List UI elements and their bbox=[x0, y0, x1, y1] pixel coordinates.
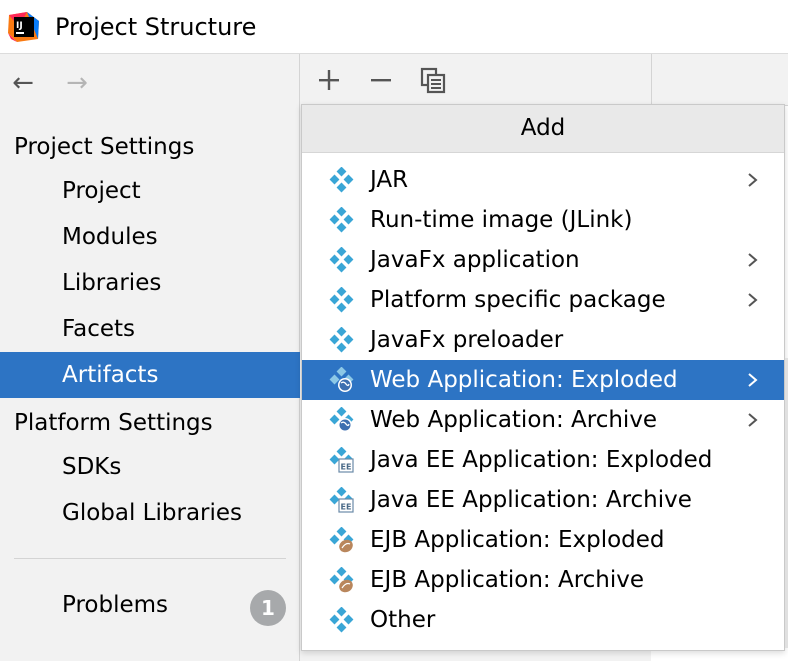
menu-item-ejb-application-exploded[interactable]: EJB Application: Exploded bbox=[302, 520, 784, 560]
javaee-artifact-icon: EE bbox=[329, 487, 354, 513]
artifact-icon bbox=[329, 607, 354, 633]
title-bar: IJ Project Structure bbox=[0, 0, 788, 54]
menu-item-ejb-application-archive[interactable]: EJB Application: Archive bbox=[302, 560, 784, 600]
project-settings-header: Project Settings bbox=[14, 134, 195, 160]
intellij-logo-icon: IJ bbox=[8, 12, 39, 42]
svg-text:IJ: IJ bbox=[16, 21, 23, 31]
menu-item-label: Web Application: Archive bbox=[370, 407, 658, 433]
add-artifact-popup: Add JAR Run-time image (JLink) JavaFx ap… bbox=[301, 104, 785, 651]
menu-item-label: EJB Application: Exploded bbox=[370, 527, 665, 553]
ejb-artifact-icon bbox=[329, 567, 354, 593]
svg-text:EE: EE bbox=[341, 463, 352, 472]
chevron-right-icon bbox=[748, 373, 758, 387]
problems-count-badge: 1 bbox=[250, 590, 286, 626]
menu-item-javafx-application[interactable]: JavaFx application bbox=[302, 240, 784, 280]
menu-item-label: JavaFx application bbox=[370, 247, 580, 273]
artifact-icon bbox=[329, 167, 354, 193]
chevron-right-icon bbox=[748, 253, 758, 267]
platform-settings-header: Platform Settings bbox=[14, 410, 213, 436]
menu-item-label: Run-time image (JLink) bbox=[370, 207, 633, 233]
menu-item-javaee-application-archive[interactable]: EE Java EE Application: Archive bbox=[302, 480, 784, 520]
artifact-icon bbox=[329, 207, 354, 233]
forward-arrow-icon[interactable]: → bbox=[62, 70, 92, 96]
menu-item-web-application-archive[interactable]: Web Application: Archive bbox=[302, 400, 784, 440]
artifact-icon bbox=[329, 327, 354, 353]
minus-icon[interactable] bbox=[367, 66, 395, 94]
menu-item-web-application-exploded[interactable]: Web Application: Exploded bbox=[302, 360, 784, 400]
menu-item-label: JAR bbox=[370, 167, 409, 193]
svg-text:EE: EE bbox=[341, 503, 352, 512]
chevron-right-icon bbox=[748, 293, 758, 307]
sidebar-item-modules[interactable]: Modules bbox=[0, 214, 300, 260]
web-artifact-icon bbox=[329, 367, 354, 392]
chevron-right-icon bbox=[748, 173, 758, 187]
sidebar-item-artifacts[interactable]: Artifacts bbox=[0, 352, 300, 398]
javaee-artifact-icon: EE bbox=[329, 447, 354, 473]
chevron-right-icon bbox=[748, 413, 758, 427]
sidebar-item-facets[interactable]: Facets bbox=[0, 306, 300, 352]
menu-item-label: Other bbox=[370, 607, 436, 633]
copy-icon[interactable] bbox=[419, 66, 447, 94]
sidebar-divider bbox=[14, 558, 286, 559]
window-title: Project Structure bbox=[55, 13, 257, 41]
web-artifact-icon bbox=[329, 407, 354, 432]
menu-item-label: Java EE Application: Archive bbox=[370, 487, 692, 513]
menu-item-runtime-image[interactable]: Run-time image (JLink) bbox=[302, 200, 784, 240]
artifacts-toolbar bbox=[301, 54, 788, 106]
plus-icon[interactable] bbox=[315, 66, 343, 94]
popup-title: Add bbox=[302, 105, 784, 153]
menu-item-label: Java EE Application: Exploded bbox=[370, 447, 713, 473]
artifact-icon bbox=[329, 287, 354, 313]
back-arrow-icon[interactable]: ← bbox=[8, 70, 38, 96]
menu-item-jar[interactable]: JAR bbox=[302, 160, 784, 200]
artifact-icon bbox=[329, 247, 354, 273]
menu-item-platform-specific-package[interactable]: Platform specific package bbox=[302, 280, 784, 320]
menu-item-label: JavaFx preloader bbox=[370, 327, 564, 353]
menu-item-javaee-application-exploded[interactable]: EE Java EE Application: Exploded bbox=[302, 440, 784, 480]
sidebar-item-sdks[interactable]: SDKs bbox=[0, 444, 300, 490]
sidebar-item-project[interactable]: Project bbox=[0, 168, 300, 214]
menu-item-label: Platform specific package bbox=[370, 287, 666, 313]
menu-item-javafx-preloader[interactable]: JavaFx preloader bbox=[302, 320, 784, 360]
menu-item-label: Web Application: Exploded bbox=[370, 367, 678, 393]
sidebar: ← → Project Settings Project Modules Lib… bbox=[0, 54, 300, 661]
toolbar-separator bbox=[651, 54, 652, 106]
menu-item-other[interactable]: Other bbox=[302, 600, 784, 640]
menu-item-label: EJB Application: Archive bbox=[370, 567, 645, 593]
ejb-artifact-icon bbox=[329, 527, 354, 553]
sidebar-item-libraries[interactable]: Libraries bbox=[0, 260, 300, 306]
sidebar-item-global-libraries[interactable]: Global Libraries bbox=[0, 490, 300, 536]
